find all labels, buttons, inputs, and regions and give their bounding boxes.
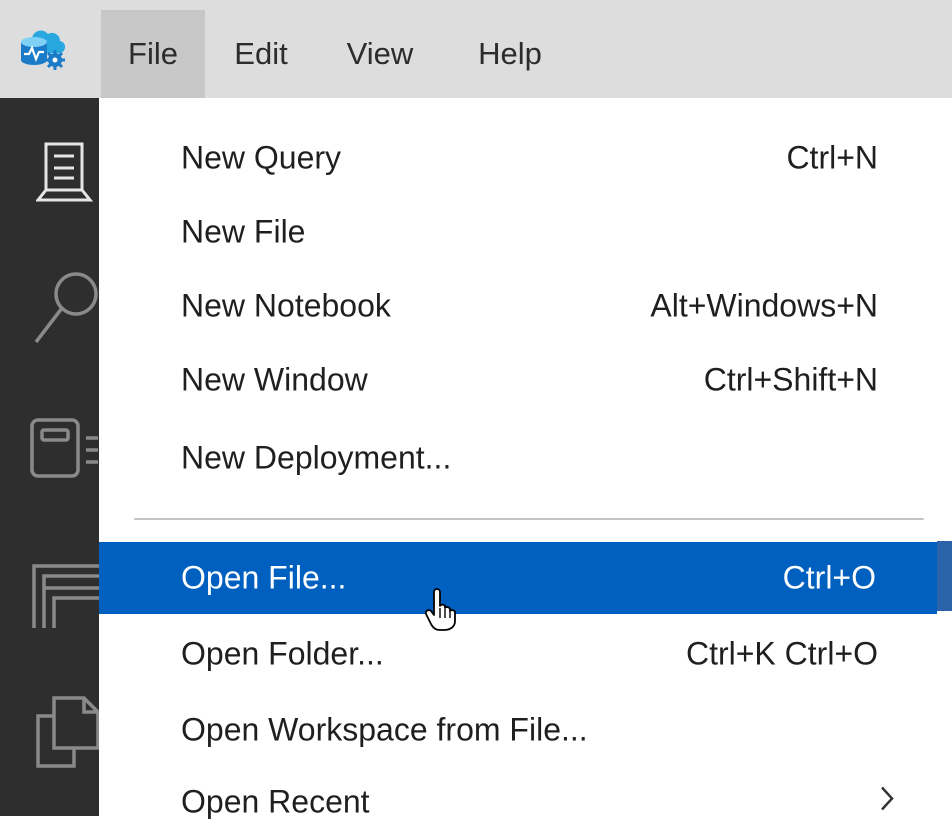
menu-item-shortcut: Ctrl+K Ctrl+O — [685, 635, 878, 672]
menu-item-label: New Window — [181, 361, 368, 398]
menu-item-label: Open Folder... — [181, 635, 384, 672]
notebook-icon[interactable] — [28, 416, 98, 485]
menu-item-label: New File — [181, 213, 306, 250]
menu-item-new-deployment[interactable]: New Deployment... — [99, 422, 939, 494]
menu-item-new-notebook[interactable]: New Notebook Alt+Windows+N — [99, 270, 939, 342]
menu-item-shortcut: Ctrl+N — [786, 139, 878, 176]
menu-edit[interactable]: Edit — [217, 10, 305, 98]
menu-item-new-query[interactable]: New Query Ctrl+N — [99, 122, 939, 194]
file-menu-dropdown: New Query Ctrl+N New File New Notebook A… — [99, 98, 952, 820]
panels-icon[interactable] — [30, 562, 99, 637]
scrollbar-thumb[interactable] — [937, 541, 952, 611]
menu-item-shortcut: Ctrl+Shift+N — [703, 361, 878, 398]
menu-file[interactable]: File — [101, 10, 205, 98]
menu-item-shortcut: Ctrl+O — [782, 559, 876, 596]
app-logo-icon[interactable] — [18, 26, 66, 70]
menu-item-label: Open Recent — [181, 783, 370, 820]
menu-item-label: New Query — [181, 139, 342, 176]
menu-item-label: New Notebook — [181, 287, 391, 324]
menu-item-new-window[interactable]: New Window Ctrl+Shift+N — [99, 344, 939, 416]
hand-pointer-cursor-icon — [424, 588, 456, 632]
menu-separator — [134, 518, 924, 520]
menu-item-shortcut: Alt+Windows+N — [650, 287, 878, 324]
menu-item-label: Open Workspace from File... — [181, 711, 588, 748]
menu-item-open-recent[interactable]: Open Recent — [99, 766, 939, 838]
menu-item-label: New Deployment... — [181, 439, 452, 476]
menu-help[interactable]: Help — [465, 10, 555, 98]
search-icon[interactable] — [30, 270, 99, 351]
menu-item-open-file[interactable]: Open File... Ctrl+O — [99, 542, 937, 614]
menu-item-open-folder[interactable]: Open Folder... Ctrl+K Ctrl+O — [99, 618, 939, 690]
menubar: File Edit View Help — [0, 0, 952, 98]
menu-item-new-file[interactable]: New File — [99, 196, 939, 268]
menu-item-label: Open File... — [181, 559, 347, 596]
menu-view[interactable]: View — [335, 10, 425, 98]
chevron-right-icon — [879, 784, 895, 821]
activity-bar — [0, 98, 99, 816]
servers-icon[interactable] — [34, 142, 99, 211]
copy-icon[interactable] — [30, 694, 99, 775]
menu-item-open-workspace[interactable]: Open Workspace from File... — [99, 694, 939, 766]
